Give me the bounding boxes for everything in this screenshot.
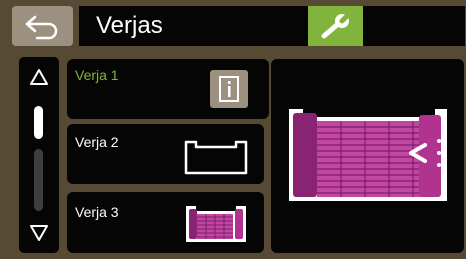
back-arrow-icon bbox=[25, 15, 57, 40]
back-button[interactable] bbox=[12, 6, 73, 46]
triangle-up-icon bbox=[30, 69, 48, 85]
gate-item-3[interactable]: Verja 3 bbox=[67, 192, 264, 253]
triangle-down-icon bbox=[30, 225, 48, 241]
gate-item-1[interactable]: Verja 1 bbox=[67, 59, 269, 119]
scrollbar-track[interactable] bbox=[34, 149, 43, 211]
info-button[interactable] bbox=[210, 70, 248, 108]
scroll-down-button[interactable] bbox=[19, 217, 59, 249]
gate-item-label: Verja 1 bbox=[75, 67, 119, 83]
scroll-panel bbox=[19, 57, 59, 253]
scrollbar-thumb[interactable] bbox=[34, 106, 43, 139]
info-icon bbox=[219, 76, 239, 102]
gate-item-2[interactable]: Verja 2 bbox=[67, 124, 264, 184]
gate-item-label: Verja 2 bbox=[75, 134, 119, 150]
gate-outline-icon bbox=[184, 140, 248, 175]
gate-preview-panel bbox=[271, 59, 464, 253]
top-bar: Verjas bbox=[0, 0, 466, 51]
sliding-gate-closing-icon bbox=[289, 109, 447, 201]
page-title: Verjas bbox=[96, 12, 163, 39]
scroll-up-button[interactable] bbox=[19, 61, 59, 93]
sliding-gate-icon bbox=[186, 206, 246, 242]
settings-button[interactable] bbox=[308, 6, 363, 46]
wrench-icon bbox=[321, 11, 351, 39]
gate-item-label: Verja 3 bbox=[75, 204, 119, 220]
